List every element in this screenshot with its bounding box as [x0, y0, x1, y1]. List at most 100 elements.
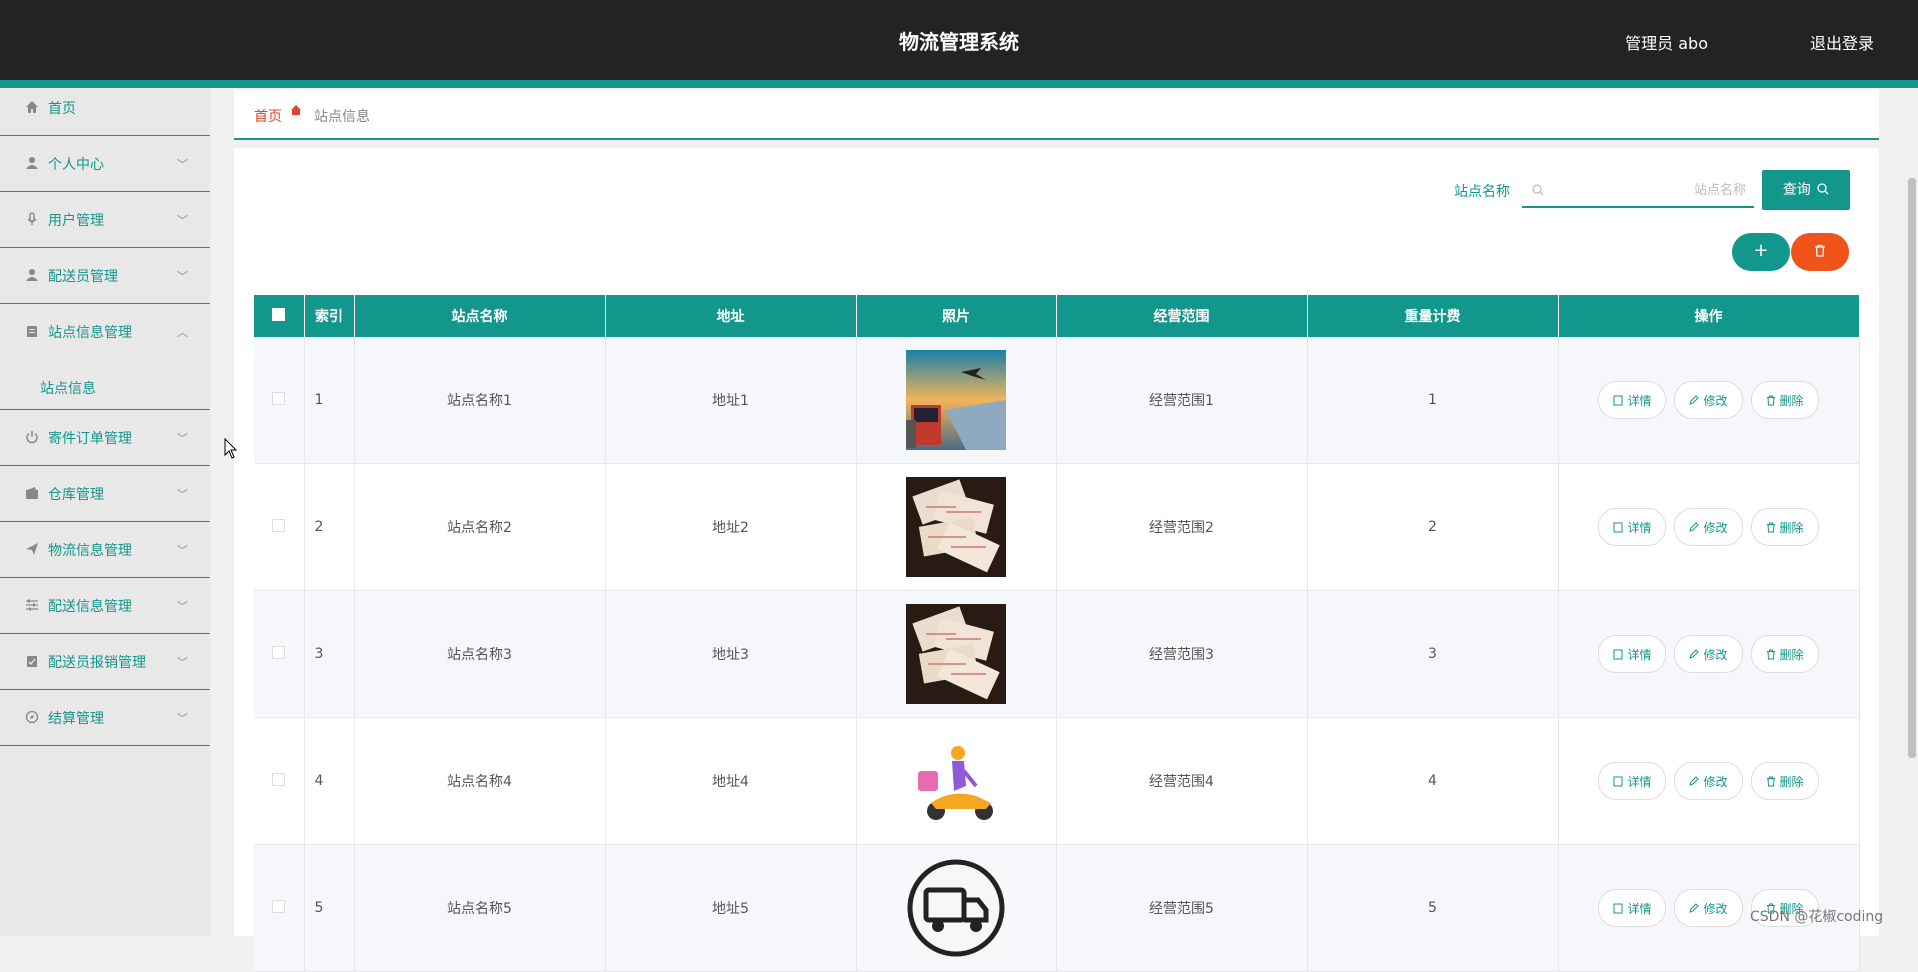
sidebar-item-home[interactable]: 首页 — [0, 88, 210, 136]
document-icon — [1613, 903, 1623, 913]
detail-label: 详情 — [1627, 520, 1652, 535]
trash-icon — [1766, 522, 1775, 532]
breadcrumb: 首页 站点信息 — [234, 90, 1879, 140]
cell-fee: 5 — [1307, 844, 1559, 972]
row-checkbox[interactable] — [272, 391, 286, 405]
sidebar-item-label: 个人中心 — [48, 156, 104, 173]
cell-scope: 经营范围1 — [1056, 337, 1308, 464]
search-label: 站点名称 — [1454, 184, 1510, 200]
scrollbar-thumb[interactable] — [1908, 178, 1916, 758]
submenu-item-station-info[interactable]: 站点信息 — [40, 378, 96, 398]
page-scrollbar[interactable] — [1906, 88, 1918, 936]
column-header: 经营范围 — [1056, 295, 1308, 337]
query-button[interactable]: 查询 — [1762, 170, 1850, 210]
add-button[interactable]: + — [1732, 233, 1790, 271]
sidebar-item-delivery[interactable]: 配送信息管理 ﹀ — [0, 578, 210, 634]
breadcrumb-home[interactable]: 首页 — [254, 106, 282, 126]
sidebar-item-label: 仓库管理 — [48, 486, 104, 503]
delete-button[interactable]: 删除 — [1750, 508, 1819, 546]
edit-button[interactable]: 修改 — [1674, 381, 1743, 419]
row-checkbox[interactable] — [272, 645, 286, 659]
detail-button[interactable]: 详情 — [1598, 381, 1667, 419]
mic-icon — [24, 211, 40, 228]
row-actions: 详情 修改 删除 — [1559, 635, 1859, 673]
sidebar-item-users[interactable]: 用户管理 ﹀ — [0, 192, 210, 248]
truck-icon-photo — [906, 858, 1006, 958]
cell-fee: 1 — [1307, 337, 1559, 464]
row-checkbox[interactable] — [272, 899, 286, 913]
edit-label: 修改 — [1703, 774, 1728, 789]
delete-button[interactable]: 删除 — [1750, 381, 1819, 419]
pencil-icon — [1689, 395, 1700, 405]
chevron-down-icon: ﹀ — [177, 431, 188, 445]
current-user: 管理员 abo — [1625, 34, 1708, 53]
top-bar: 物流管理系统 管理员 abo 退出登录 — [0, 0, 1918, 80]
cell-address: 地址1 — [605, 337, 857, 464]
cell-station-name: 站点名称1 — [354, 337, 606, 464]
pencil-icon — [1689, 522, 1700, 532]
sidebar-item-label: 配送信息管理 — [48, 598, 132, 615]
truck-plane-photo — [906, 350, 1006, 450]
row-checkbox[interactable] — [272, 772, 286, 786]
sidebar-item-label: 结算管理 — [48, 710, 104, 727]
search-icon — [1817, 183, 1829, 195]
row-actions: 详情 修改 删除 — [1559, 381, 1859, 419]
table-row: 4 站点名称4 地址4 经营范围4 4 详情 修改 删除 — [254, 717, 1860, 845]
trash-icon — [1815, 244, 1825, 257]
sidebar-item-stations[interactable]: 站点信息管理 ︿ 站点信息 — [0, 304, 210, 410]
delete-button[interactable]: 删除 — [1750, 762, 1819, 800]
sidebar-item-label: 寄件订单管理 — [48, 430, 132, 447]
clipboard-check-icon — [24, 654, 40, 670]
edit-button[interactable]: 修改 — [1674, 508, 1743, 546]
delete-label: 删除 — [1779, 774, 1804, 789]
document-icon — [1613, 649, 1623, 659]
sidebar-item-warehouse[interactable]: 仓库管理 ﹀ — [0, 466, 210, 522]
detail-button[interactable]: 详情 — [1598, 762, 1667, 800]
detail-button[interactable]: 详情 — [1598, 635, 1667, 673]
detail-button[interactable]: 详情 — [1598, 508, 1667, 546]
sidebar-item-logistics[interactable]: 物流信息管理 ﹀ — [0, 522, 210, 578]
sidebar-item-label: 配送员报销管理 — [48, 654, 146, 671]
cell-fee: 2 — [1307, 463, 1559, 591]
watermark: CSDN @花椒coding — [1750, 909, 1884, 925]
delivery-scooter-photo — [906, 731, 1006, 831]
cell-index: 2 — [304, 463, 355, 591]
detail-button[interactable]: 详情 — [1598, 889, 1667, 927]
sidebar-item-orders[interactable]: 寄件订单管理 ﹀ — [0, 410, 210, 466]
user-icon — [24, 156, 40, 172]
select-all-cell[interactable] — [254, 295, 305, 337]
chevron-down-icon: ﹀ — [177, 487, 188, 501]
table-row: 2 站点名称2 地址2 经营范围2 2 详情 修改 删除 — [254, 463, 1860, 591]
query-button-label: 查询 — [1782, 182, 1811, 198]
sidebar: 首页 个人中心 ﹀ 用户管理 ﹀ 配送员管理 ﹀ 站点信息管理 ︿ 站点信息 寄… — [0, 88, 210, 936]
mouse-cursor-icon — [224, 438, 238, 459]
cell-station-name: 站点名称5 — [354, 844, 606, 972]
sidebar-item-label: 物流信息管理 — [48, 542, 132, 559]
sidebar-item-couriers[interactable]: 配送员管理 ﹀ — [0, 248, 210, 304]
sidebar-item-reimbursement[interactable]: 配送员报销管理 ﹀ — [0, 634, 210, 690]
edit-button[interactable]: 修改 — [1674, 635, 1743, 673]
cell-scope: 经营范围2 — [1056, 463, 1308, 591]
receipts-photo — [906, 604, 1006, 704]
sidebar-item-label: 配送员管理 — [48, 268, 118, 285]
sidebar-item-label: 用户管理 — [48, 212, 104, 229]
select-all-checkbox[interactable] — [272, 307, 286, 321]
sidebar-item-profile[interactable]: 个人中心 ﹀ — [0, 136, 210, 192]
detail-label: 详情 — [1627, 647, 1652, 662]
batch-delete-button[interactable] — [1791, 233, 1849, 271]
compass-icon — [24, 710, 40, 726]
sidebar-item-settlement[interactable]: 结算管理 ﹀ — [0, 690, 210, 746]
cell-index: 5 — [304, 844, 355, 972]
home-icon — [290, 104, 302, 120]
cell-scope: 经营范围3 — [1056, 590, 1308, 718]
chevron-down-icon: ﹀ — [177, 157, 188, 171]
search-input[interactable] — [1554, 176, 1748, 204]
delete-button[interactable]: 删除 — [1750, 635, 1819, 673]
document-icon — [1613, 776, 1623, 786]
row-checkbox[interactable] — [272, 518, 286, 532]
table-row: 3 站点名称3 地址3 经营范围3 3 详情 修改 删除 — [254, 590, 1860, 718]
edit-button[interactable]: 修改 — [1674, 762, 1743, 800]
logout-link[interactable]: 退出登录 — [1810, 30, 1874, 54]
receipts-photo — [906, 477, 1006, 577]
edit-button[interactable]: 修改 — [1674, 889, 1743, 927]
